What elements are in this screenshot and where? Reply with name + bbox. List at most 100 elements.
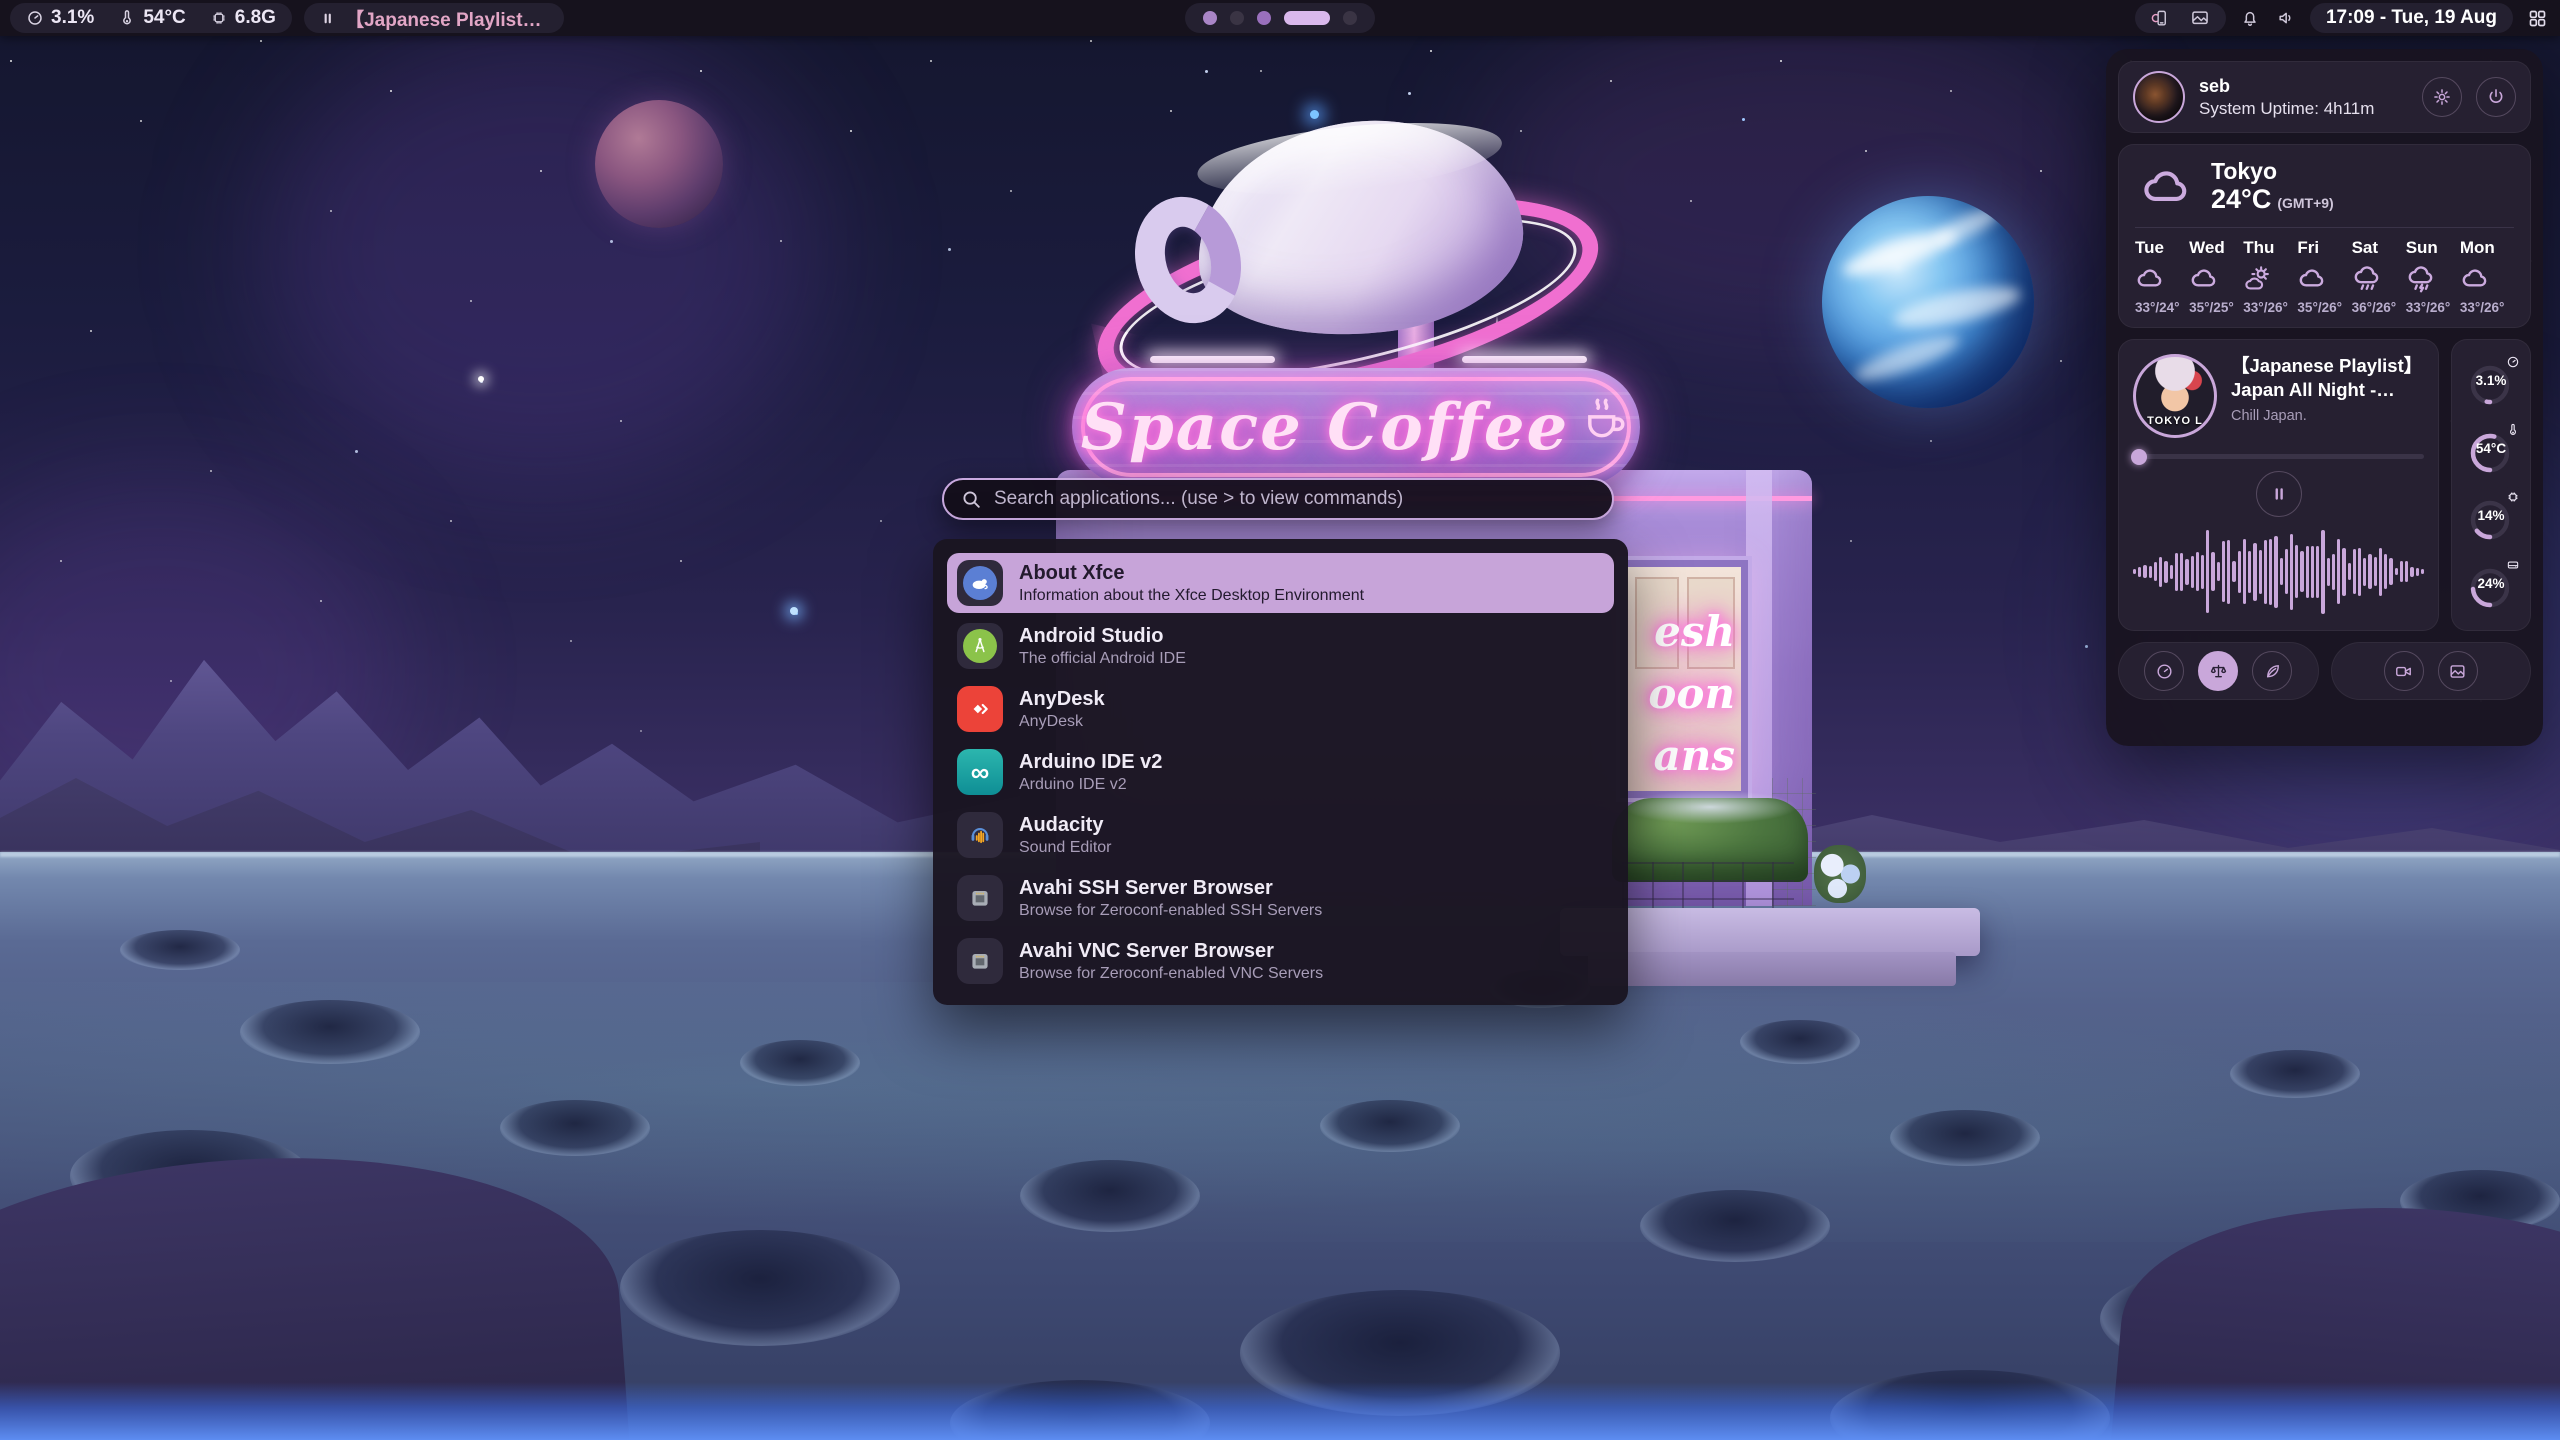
user-name: seb [2199,76,2408,97]
crater [1890,1110,2040,1166]
album-art[interactable]: TOKYO L [2133,354,2217,438]
workspace-dot-2[interactable] [1230,11,1244,25]
horizon-glow [0,1382,2560,1440]
app-grid-icon[interactable] [2525,6,2550,31]
play-pause-button[interactable] [2256,471,2302,517]
forecast-day-fri: Fri 35°/26° [2297,238,2351,315]
xfce-app-icon [957,560,1003,606]
chip-icon [2502,486,2524,508]
forecast-day-label: Thu [2243,238,2274,258]
gauge-value: 24% [2462,576,2520,591]
device-sync-icon[interactable] [2149,7,2172,30]
system-stats-widget[interactable]: 3.1%54°C6.8G [10,3,292,33]
notifications-bell-icon[interactable] [2238,6,2262,30]
thermometer-icon [118,9,136,27]
crater [740,1040,860,1086]
app-list-item[interactable]: Avahi SSH Server BrowserBrowse for Zeroc… [947,868,1614,928]
system-tray[interactable] [2135,3,2226,33]
pause-icon [320,10,335,27]
avatar[interactable] [2133,71,2185,123]
bright-star [790,607,798,615]
screenshot-button[interactable] [2438,651,2478,691]
storm-icon [2406,264,2436,294]
power-button[interactable] [2476,77,2516,117]
control-panel: seb System Uptime: 4h11m Tokyo 24°C(GMT+… [2106,49,2543,746]
gear-icon [2432,87,2452,107]
avahi-app-icon [957,875,1003,921]
search-bar[interactable] [942,478,1614,520]
progress-knob[interactable] [2131,449,2147,465]
workspace-dot-1[interactable] [1203,11,1217,25]
forecast-temps: 33°/26° [2406,300,2451,315]
gauge-icon [2502,351,2524,373]
cloud-icon [2297,264,2327,294]
stat-ram: 6.8G [210,7,276,29]
window-neon-word: esh [1654,611,1735,653]
neon-sign-text: Space Coffee [1081,390,1570,465]
power-icon [2486,87,2506,107]
audacity-app-icon [957,812,1003,858]
sun-cloud-icon [2243,264,2273,294]
small-moon [534,380,576,422]
weather-forecast: Tue 33°/24°Wed 35°/25°Thu 33°/26°Fri 35°… [2135,238,2514,315]
gauge-cpu: 3.1% [2462,355,2520,413]
window-neon-word: oon [1648,673,1735,715]
volume-icon[interactable] [2274,6,2298,30]
powersave-mode-button[interactable] [2252,651,2292,691]
earth-planet [1822,196,2034,408]
app-list-item[interactable]: Avahi VNC Server BrowserBrowse for Zeroc… [947,931,1614,991]
rain-icon [2352,264,2382,294]
user-card: seb System Uptime: 4h11m [2118,61,2531,133]
track-title: 【Japanese Playlist】 Japan All Night - To… [2231,354,2424,402]
workspace-dot-3[interactable] [1257,11,1271,25]
leaf-icon [2263,662,2282,681]
weather-widget: Tokyo 24°C(GMT+9) Tue 33°/24°Wed 35°/25°… [2118,144,2531,328]
app-name: Avahi SSH Server Browser [1019,876,1322,901]
forecast-temps: 33°/26° [2460,300,2505,315]
forecast-temps: 36°/26° [2352,300,2397,315]
wallpaper-icon[interactable] [2188,6,2212,30]
track-progress-bar[interactable] [2133,454,2424,459]
search-icon [960,488,982,510]
divider [2135,227,2514,228]
app-list-item[interactable]: AnyDeskAnyDesk [947,679,1614,739]
forecast-temps: 33°/24° [2135,300,2180,315]
app-name: AnyDesk [1019,687,1105,712]
topbar: 3.1%54°C6.8G 【Japanese Playlist】 J... [0,0,2560,36]
crater [1640,1190,1830,1262]
gauge-temp: 54°C [2462,423,2520,481]
speedometer-icon [2155,662,2174,681]
clock[interactable]: 17:09 - Tue, 19 Aug [2310,3,2513,33]
app-list-item[interactable]: Android StudioThe official Android IDE [947,616,1614,676]
app-name: About Xfce [1019,561,1364,586]
app-description: Information about the Xfce Desktop Envir… [1019,586,1364,606]
window-neon-word: ans [1654,735,1735,777]
workspace-switcher[interactable] [1185,3,1375,33]
settings-gear-button[interactable] [2422,77,2462,117]
cloud-icon [2460,264,2490,294]
weather-temp: 24°C [2211,184,2271,214]
forecast-day-label: Sun [2406,238,2438,258]
performance-mode-button[interactable] [2144,651,2184,691]
app-description: AnyDesk [1019,712,1105,732]
workspace-dot-4[interactable] [1284,11,1330,25]
app-list-item[interactable]: About XfceInformation about the Xfce Des… [947,553,1614,613]
purple-planet [595,100,723,228]
forecast-day-wed: Wed 35°/25° [2189,238,2243,315]
crater [1020,1160,1200,1232]
balanced-mode-button[interactable] [2198,651,2238,691]
gauge-value: 14% [2462,508,2520,523]
chip-icon [210,9,228,27]
forecast-temps: 33°/26° [2243,300,2288,315]
workspace-dot-5[interactable] [1343,11,1357,25]
anydesk-app-icon [957,686,1003,732]
app-name: Audacity [1019,813,1112,838]
roof-light [1462,356,1587,363]
app-list-item[interactable]: AudacitySound Editor [947,805,1614,865]
disk-icon [2502,554,2524,576]
now-playing-widget[interactable]: 【Japanese Playlist】 J... [304,3,564,33]
screen-record-button[interactable] [2384,651,2424,691]
search-input[interactable] [994,488,1596,510]
thermometer-icon [2502,419,2524,441]
app-list-item[interactable]: ∞Arduino IDE v2Arduino IDE v2 [947,742,1614,802]
